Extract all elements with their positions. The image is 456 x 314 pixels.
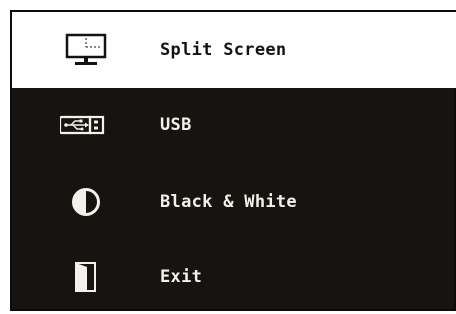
menu-item-split-screen[interactable]: Split Screen [12, 12, 456, 88]
osd-menu: Split Screen USB Black & White Exit [10, 10, 456, 311]
menu-item-label: USB [160, 115, 192, 135]
menu-item-exit[interactable]: Exit [12, 240, 456, 314]
menu-item-label: Split Screen [160, 40, 287, 60]
exit-door-icon [12, 240, 160, 314]
split-screen-monitor-icon [12, 12, 160, 88]
menu-item-usb[interactable]: USB [12, 88, 456, 162]
usb-drive-icon [12, 88, 160, 162]
menu-item-black-white[interactable]: Black & White [12, 165, 456, 239]
menu-item-label: Black & White [160, 192, 297, 212]
menu-item-label: Exit [160, 267, 203, 287]
contrast-half-circle-icon [12, 165, 160, 239]
